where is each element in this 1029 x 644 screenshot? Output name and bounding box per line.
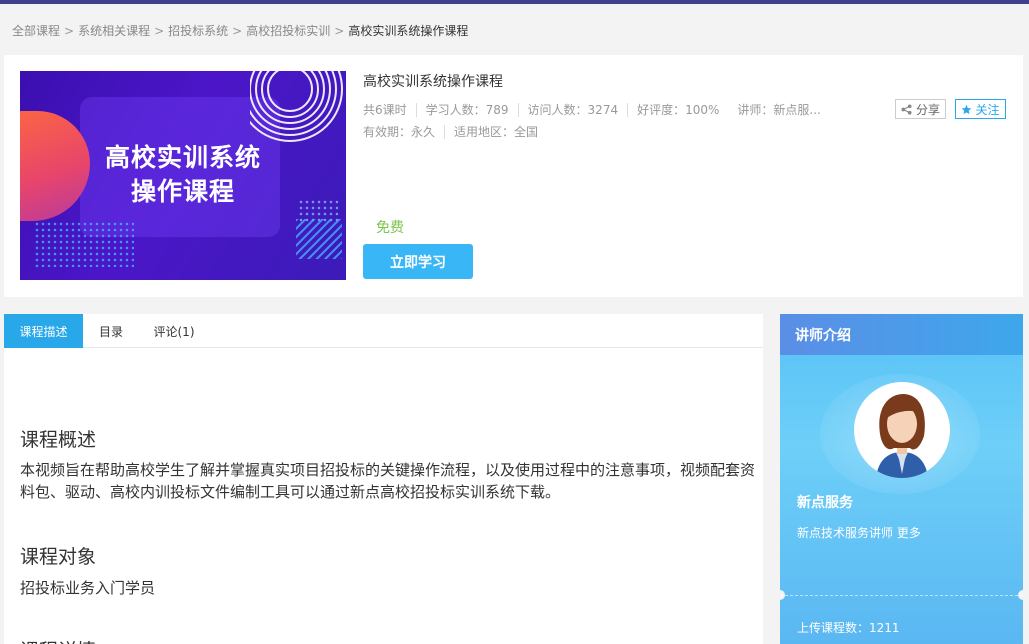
tab-description[interactable]: 课程描述 (4, 314, 83, 348)
meta-rating: 好评度：100% (627, 103, 729, 117)
start-learning-button[interactable]: 立即学习 (363, 244, 473, 279)
share-icon (901, 103, 912, 115)
share-label: 分享 (915, 102, 940, 117)
breadcrumb-link-system[interactable]: 系统相关课程 (78, 24, 150, 38)
teacher-role: 新点技术服务讲师 (797, 526, 894, 540)
teacher-divider (780, 595, 1023, 596)
star-icon (962, 104, 972, 114)
details-heading: 课程详情 (20, 636, 96, 644)
breadcrumb-link-all[interactable]: 全部课程 (12, 24, 60, 38)
teacher-panel: 讲师介绍 新点服务 新点技术服务讲师 更多 上传课程数：1211 (780, 314, 1023, 644)
audience-text: 招投标业务入门学员 (20, 579, 156, 597)
breadcrumb-separator: > (232, 24, 243, 38)
breadcrumb-separator: > (154, 24, 165, 38)
follow-button[interactable]: 关注 (955, 99, 1006, 119)
course-card: 高校实训系统 操作课程 高校实训系统操作课程 共6课时 学习人数：789 访问人数：… (4, 55, 1023, 297)
meta-visits: 访问人数：3274 (517, 103, 628, 117)
teacher-avatar[interactable] (854, 382, 950, 478)
overview-text: 本视频旨在帮助高校学生了解并掌握真实项目招投标的关键操作流程，以及使用过程中的注… (20, 461, 756, 501)
teacher-panel-header: 讲师介绍 (780, 314, 1023, 355)
course-info: 高校实训系统操作课程 (363, 71, 503, 91)
teacher-description: 新点技术服务讲师 更多 (797, 524, 921, 541)
cover-stripes-decoration (296, 219, 342, 259)
tab-comments[interactable]: 评论(1) (139, 314, 209, 348)
breadcrumb-link-training[interactable]: 高校招投标实训 (246, 24, 330, 38)
course-cover-image[interactable]: 高校实训系统 操作课程 (20, 71, 346, 280)
share-button[interactable]: 分享 (895, 99, 946, 119)
cover-title-line: 高校实训系统 (104, 143, 261, 172)
course-name: 高校实训系统操作课程 (363, 74, 503, 90)
meta-validity: 有效期：永久 (363, 125, 436, 139)
course-meta: 共6课时 学习人数：789 访问人数：3274 好评度：100% 讲师：新点服... (363, 101, 830, 118)
teacher-avatar-illustration (876, 394, 928, 478)
meta-lessons: 共6课时 (363, 103, 407, 117)
top-accent-bar (0, 0, 1029, 4)
detail-tabs: 课程描述 目录 评论(1) (4, 314, 763, 348)
breadcrumb-separator: > (334, 24, 345, 38)
follow-label: 关注 (975, 102, 1000, 117)
audience-heading: 课程对象 (20, 546, 97, 568)
course-price: 免费 (376, 220, 404, 236)
teacher-name: 新点服务 (797, 495, 853, 511)
meta-teacher: 讲师：新点服... (737, 103, 821, 117)
meta-region: 适用地区：全国 (444, 125, 548, 139)
breadcrumb-current: 高校实训系统操作课程 (348, 24, 469, 38)
course-meta-secondary: 有效期：永久 适用地区：全国 (363, 123, 548, 140)
overview-heading: 课程概述 (20, 429, 97, 451)
cover-title: 高校实训系统 操作课程 (20, 141, 346, 209)
teacher-more-link[interactable]: 更多 (897, 526, 921, 540)
course-detail-panel: 课程描述 目录 评论(1) 课程概述 本视频旨在帮助高校学生了解并掌握真实项目招… (4, 314, 763, 644)
cover-title-line: 操作课程 (130, 177, 235, 206)
breadcrumb: 全部课程 > 系统相关课程 > 招投标系统 > 高校招投标实训 > 高校实训系统操作课程 (12, 22, 468, 39)
breadcrumb-link-bidding[interactable]: 招投标系统 (168, 24, 228, 38)
tab-catalog[interactable]: 目录 (83, 314, 139, 348)
teacher-upload-count: 上传课程数：1211 (797, 621, 900, 635)
breadcrumb-separator: > (64, 24, 75, 38)
meta-learners: 学习人数：789 (415, 103, 518, 117)
cover-dots-decoration (34, 221, 134, 267)
cover-arcs-decoration (250, 71, 343, 142)
